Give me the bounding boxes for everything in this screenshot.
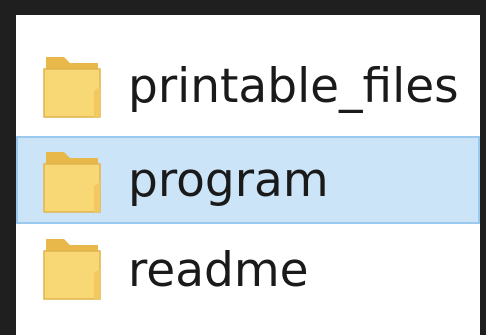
list-item-printable-files[interactable]: printable_files bbox=[16, 47, 480, 127]
list-item-program[interactable]: program bbox=[16, 136, 480, 224]
folder-icon bbox=[43, 239, 101, 300]
folder-icon bbox=[43, 152, 101, 213]
list-item-readme[interactable]: readme bbox=[16, 229, 480, 309]
item-name: program bbox=[128, 153, 329, 208]
file-explorer-pane: printable_files program readme bbox=[16, 15, 480, 335]
folder-icon bbox=[43, 57, 101, 118]
item-name: printable_files bbox=[128, 59, 459, 114]
item-name: readme bbox=[128, 243, 309, 298]
